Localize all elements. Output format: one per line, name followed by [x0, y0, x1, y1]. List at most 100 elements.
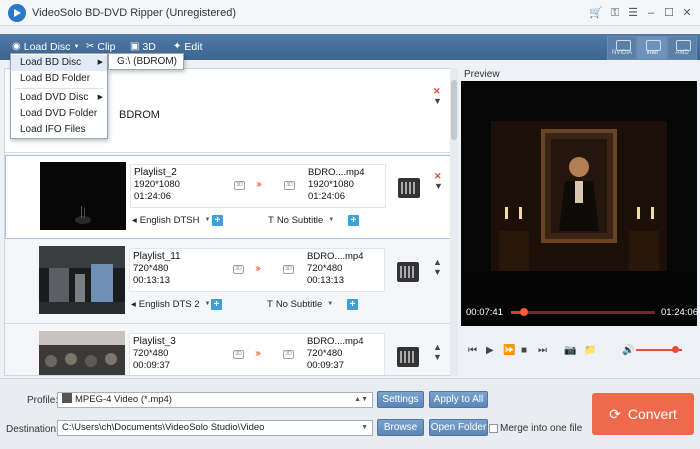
subtitle-select[interactable]: T No Subtitle ▼	[267, 298, 333, 311]
convert-arrows-icon: ›››	[255, 348, 261, 359]
convert-arrows-icon: ›››	[255, 263, 261, 274]
merge-checkbox[interactable]	[489, 424, 498, 433]
minimize-icon[interactable]: –	[644, 6, 658, 20]
output-settings-icon[interactable]	[397, 262, 419, 282]
thumbnail	[39, 331, 125, 375]
add-subtitle-button[interactable]: +	[348, 215, 359, 226]
close-icon[interactable]: ✕	[680, 6, 694, 20]
thumbnail-image	[39, 246, 125, 314]
profile-select[interactable]: MPEG-4 Video (*.mp4) ▲▼	[57, 392, 373, 408]
move-down-icon[interactable]: ▼	[433, 97, 442, 106]
audio-track-select[interactable]: ◂ English DTSH ▼	[132, 214, 210, 227]
seek-bar[interactable]	[511, 311, 655, 314]
total-time: 01:24:06	[661, 307, 698, 318]
video-format-icon	[62, 393, 72, 403]
output-resolution: 1920*1080	[308, 179, 354, 190]
3d-badge-icon: 3D	[233, 265, 244, 274]
3d-badge-icon: 3D	[283, 350, 294, 359]
convert-button[interactable]: ⟳ Convert	[592, 393, 694, 435]
3d-badge-icon: 3D	[233, 350, 244, 359]
snapshot-icon[interactable]: 📷	[564, 345, 576, 356]
convert-icon: ⟳	[609, 406, 621, 422]
subtitle-icon: T	[268, 215, 274, 226]
3d-badge-icon: 3D	[284, 181, 295, 190]
output-name: BDRO....mp4	[307, 251, 364, 262]
intel-accel-button[interactable]: Intel	[637, 36, 667, 60]
move-down-icon[interactable]: ▼	[433, 268, 442, 277]
remove-icon[interactable]: ✕	[434, 172, 442, 181]
title-row[interactable]: Playlist_11 720*480 00:13:13 3D ››› 3D B…	[5, 240, 451, 324]
move-up-icon[interactable]: ▲	[433, 343, 442, 352]
list-scrollbar-thumb[interactable]	[451, 80, 457, 140]
profile-value: MPEG-4 Video (*.mp4)	[75, 394, 172, 405]
open-folder-button[interactable]: Open Folder	[429, 419, 488, 436]
move-down-icon[interactable]: ▼	[433, 353, 442, 362]
maximize-icon[interactable]: ☐	[662, 6, 676, 20]
chevron-down-icon: ▼	[204, 217, 211, 223]
menu-item-label: Load DVD Folder	[20, 108, 98, 119]
submenu-item-bdrom-drive[interactable]: G:\ (BDROM)	[108, 53, 184, 70]
menu-item-load-dvd-disc[interactable]: Load DVD Disc ▶	[11, 90, 107, 106]
source-name: Playlist_11	[133, 251, 181, 262]
browse-button[interactable]: Browse	[377, 419, 424, 436]
thumbnail	[39, 246, 125, 314]
volume-handle[interactable]	[672, 346, 679, 353]
nvidia-accel-button[interactable]: NVIDIA	[607, 36, 637, 60]
destination-label: Destination:	[6, 424, 59, 435]
title-row[interactable]: Playlist_2 1920*1080 01:24:06 3D ››› 3D …	[5, 155, 451, 239]
menu-item-load-dvd-folder[interactable]: Load DVD Folder	[11, 106, 107, 122]
seek-handle[interactable]	[520, 308, 528, 316]
source-duration: 00:09:37	[133, 360, 170, 371]
play-icon[interactable]: ▶	[486, 345, 494, 356]
window-title: VideoSolo BD-DVD Ripper (Unregistered)	[32, 7, 236, 19]
source-duration: 00:13:13	[133, 275, 170, 286]
amd-accel-button[interactable]: AMD	[667, 36, 697, 60]
skip-back-icon[interactable]: ⏮	[468, 345, 477, 356]
subtitle-select[interactable]: T No Subtitle ▼	[268, 214, 334, 227]
thumbnail	[40, 162, 126, 230]
cart-icon[interactable]: 🛒	[589, 6, 603, 20]
output-duration: 00:09:37	[307, 360, 344, 371]
audio-track-value: English DTS 2	[138, 299, 200, 310]
output-duration: 01:24:06	[308, 191, 345, 202]
speaker-icon: ◂	[132, 215, 137, 226]
menu-icon[interactable]: ☰	[626, 6, 640, 20]
fast-forward-icon[interactable]: ⏩	[503, 345, 515, 356]
convert-label: Convert	[627, 406, 677, 422]
source-resolution: 720*480	[133, 348, 169, 359]
thumbnail-image	[39, 331, 125, 375]
menu-item-load-ifo-files[interactable]: Load IFO Files	[11, 122, 107, 138]
apply-to-all-button[interactable]: Apply to All	[429, 391, 488, 408]
key-icon[interactable]: ⚿	[608, 6, 622, 20]
move-up-icon[interactable]: ▲	[433, 258, 442, 267]
skip-forward-icon[interactable]: ⏭	[538, 345, 547, 356]
add-audio-button[interactable]: +	[211, 299, 222, 310]
output-settings-icon[interactable]	[397, 347, 419, 367]
destination-field[interactable]: C:\Users\ch\Documents\VideoSolo Studio\V…	[57, 420, 373, 436]
preview-video[interactable]	[461, 81, 697, 326]
profile-label: Profile:	[27, 395, 59, 406]
stop-icon[interactable]: ■	[521, 345, 527, 356]
chevron-down-icon: ▲▼	[354, 396, 368, 403]
add-audio-button[interactable]: +	[212, 215, 223, 226]
move-down-icon[interactable]: ▼	[434, 182, 443, 191]
menu-item-load-bd-disc[interactable]: Load BD Disc ▶	[11, 55, 107, 71]
merge-label: Merge into one file	[500, 423, 583, 434]
speaker-icon: ◂	[131, 299, 136, 310]
add-subtitle-button[interactable]: +	[347, 299, 358, 310]
3d-badge-icon: 3D	[234, 181, 245, 190]
preview-label: Preview	[464, 69, 500, 80]
submenu-arrow-icon: ▶	[97, 59, 103, 66]
remove-icon[interactable]: ✕	[433, 87, 441, 96]
menu-item-label: Load DVD Disc	[20, 92, 89, 103]
volume-icon[interactable]: 🔊	[622, 345, 634, 356]
title-row[interactable]: Playlist_3 720*480 00:09:37 3D ››› 3D BD…	[5, 325, 451, 375]
menu-item-load-bd-folder[interactable]: Load BD Folder	[11, 71, 107, 87]
audio-track-select[interactable]: ◂ English DTS 2 ▼	[131, 298, 210, 311]
output-duration: 00:13:13	[307, 275, 344, 286]
output-settings-icon[interactable]	[398, 178, 420, 198]
folder-icon[interactable]: 📁	[584, 345, 596, 356]
settings-button[interactable]: Settings	[377, 391, 424, 408]
menu-separator	[15, 88, 103, 89]
load-disc-menu: Load BD Disc ▶ Load BD Folder Load DVD D…	[10, 53, 108, 139]
